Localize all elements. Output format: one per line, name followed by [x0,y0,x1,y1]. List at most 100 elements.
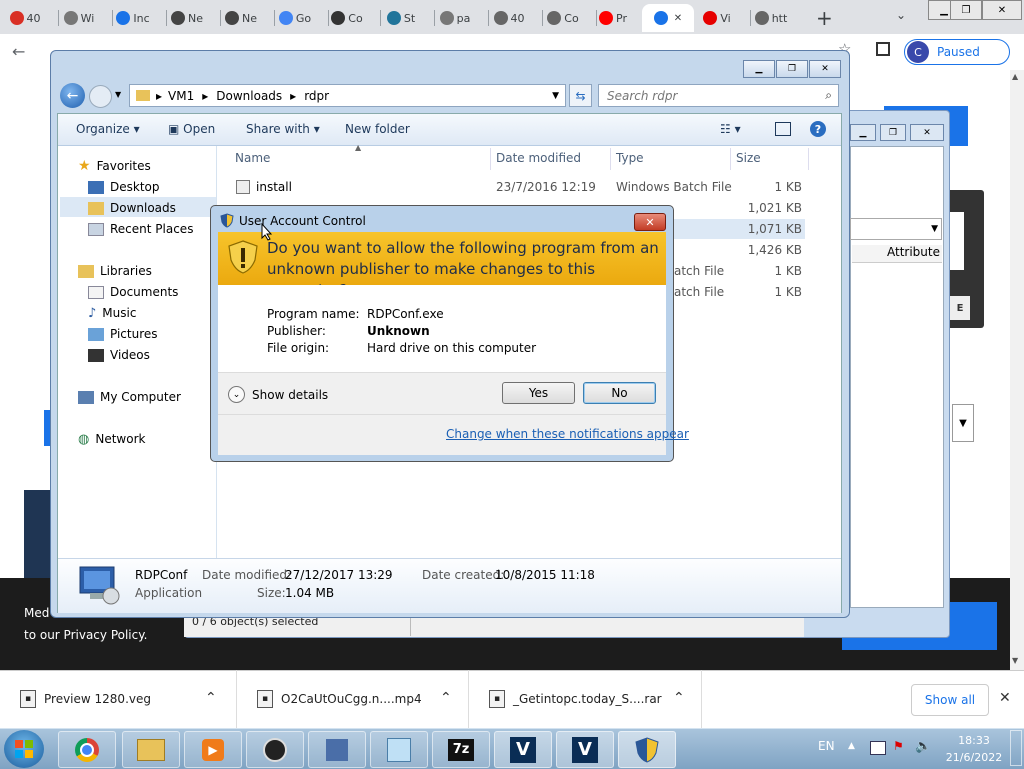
page-scrollbar[interactable] [1010,70,1024,670]
history-dropdown-icon[interactable]: ▼ [115,90,121,99]
column-type[interactable]: Type [616,151,644,165]
show-details-button[interactable]: Show details [252,388,328,402]
clock-date[interactable]: 21/6/2022 [945,751,1003,764]
action-center-icon[interactable]: ⚑ [893,739,904,753]
download-item[interactable]: ▪ O2CaUtOuCgg.n....mp4 [237,670,469,728]
share-with-button[interactable]: Share with ▾ [246,122,320,136]
nav-favorites[interactable]: ★ Favorites [78,156,151,176]
nav-network[interactable]: ◍ Network [78,429,145,449]
taskbar-vegas-1[interactable]: V [494,731,552,768]
taskbar-media-player[interactable]: ▶ [184,731,242,768]
organize-button[interactable]: Organize ▾ [76,122,140,136]
browser-tab[interactable]: 40 [8,4,42,32]
scroll-up-icon[interactable]: ▲ [1012,72,1018,81]
nav-libraries[interactable]: Libraries [78,261,152,281]
open-button[interactable]: ▣ Open [168,122,215,136]
column-date-modified[interactable]: Date modified [496,151,581,165]
volume-icon[interactable]: 🔈 [915,739,931,754]
nav-music[interactable]: ♪ Music [88,303,136,323]
browser-tab[interactable]: ✕ [642,4,694,32]
page-dropdown-icon[interactable]: ▼ [952,404,974,442]
breadcrumb-rdpr[interactable]: rdpr [304,89,329,103]
nav-downloads[interactable]: Downloads [88,198,176,218]
browser-tab[interactable]: Vi [700,4,734,32]
show-desktop-button[interactable] [1010,730,1022,766]
column-name[interactable]: Name [235,151,270,165]
browser-tab[interactable]: pa [438,4,472,32]
browser-tab[interactable]: 40 [492,4,526,32]
new-folder-button[interactable]: New folder [345,122,410,136]
tray-overflow-icon[interactable]: ▲ [848,741,855,751]
change-notifications-link[interactable]: Change when these notifications appear [446,427,689,441]
taskbar-notepad[interactable] [370,731,428,768]
download-item[interactable]: ▪ _Getintopc.today_S....rar [469,670,702,728]
new-tab-button[interactable]: + [816,6,833,30]
yes-button[interactable]: Yes [502,382,575,404]
help-icon[interactable]: ? [810,121,826,137]
column-size[interactable]: Size [736,151,761,165]
input-language[interactable]: EN [818,739,835,753]
breadcrumb-vm1[interactable]: VM1 [168,89,194,103]
nav-desktop[interactable]: Desktop [88,177,160,197]
browser-tab[interactable]: Pr [596,4,630,32]
network-tray-icon[interactable] [870,741,886,755]
download-options-chevron-icon[interactable]: ⌃ [440,690,452,706]
tab-search-icon[interactable]: ⌄ [896,8,906,22]
browser-tab[interactable]: Go [278,4,312,32]
browser-tab[interactable]: Co [330,4,364,32]
download-options-chevron-icon[interactable]: ⌃ [205,690,217,706]
view-options-icon[interactable]: ☷ ▾ [720,122,741,136]
explorer-close-icon[interactable]: ✕ [809,60,841,78]
tab-close-icon[interactable]: ✕ [674,13,682,24]
taskbar-vegas-2[interactable]: V [556,731,614,768]
no-button[interactable]: No [583,382,656,404]
uac-close-icon[interactable]: ✕ [634,213,666,231]
back-arrow-icon[interactable]: ← [12,42,25,61]
clock-time[interactable]: 18:33 [951,734,997,747]
nav-videos[interactable]: Videos [88,345,150,365]
forward-button[interactable] [89,85,112,108]
nav-recent-places[interactable]: Recent Places [88,219,193,239]
explorer-minimize-icon[interactable]: ▁ [743,60,775,78]
download-options-chevron-icon[interactable]: ⌃ [673,690,685,706]
taskbar-uac[interactable] [618,731,676,768]
restore-icon[interactable]: ❐ [950,0,982,20]
taskbar-editor[interactable] [308,731,366,768]
browser-tab[interactable]: Wi [62,4,96,32]
browser-tab[interactable]: Co [546,4,580,32]
profile-paused-button[interactable]: C Paused [904,39,1010,65]
browser-tab[interactable]: htt [754,4,788,32]
close-downloads-bar-icon[interactable]: ✕ [999,690,1011,706]
close-window-icon[interactable]: ✕ [982,0,1022,20]
bg-dropdown[interactable]: ▼ [850,218,942,240]
download-item[interactable]: ▪ Preview 1280.veg [0,670,237,728]
side-panel-icon[interactable] [876,42,890,56]
preview-pane-icon[interactable] [775,122,791,136]
browser-tab[interactable]: Inc [116,4,150,32]
search-box[interactable]: Search rdpr ⌕ [598,84,839,107]
refresh-icon[interactable]: ⇆ [569,84,592,107]
explorer-maximize-icon[interactable]: ❐ [776,60,808,78]
show-details-chevron-icon[interactable]: ⌄ [228,386,245,403]
bg-minimize-icon[interactable]: ▁ [850,124,876,141]
browser-tab[interactable]: St [384,4,418,32]
address-bar[interactable]: ▸ VM1 ▸ Downloads ▸ rdpr ▼ [129,84,566,107]
address-dropdown-icon[interactable]: ▼ [552,91,559,101]
taskbar-chrome[interactable] [58,731,116,768]
start-button[interactable] [4,730,44,768]
breadcrumb-downloads[interactable]: Downloads [216,89,282,103]
bg-maximize-icon[interactable]: ❐ [880,124,906,141]
taskbar-explorer[interactable] [122,731,180,768]
search-icon[interactable]: ⌕ [825,88,832,103]
back-button[interactable]: ← [60,83,85,108]
nav-pictures[interactable]: Pictures [88,324,158,344]
browser-tab[interactable]: Ne [170,4,204,32]
attributes-column-header[interactable]: Attribute [852,245,942,263]
scroll-down-icon[interactable]: ▼ [1012,656,1018,665]
taskbar-obs[interactable] [246,731,304,768]
bg-close-icon[interactable]: ✕ [910,124,944,141]
show-all-downloads-button[interactable]: Show all [911,684,989,716]
nav-documents[interactable]: Documents [88,282,178,302]
browser-tab[interactable]: Ne [224,4,258,32]
nav-my-computer[interactable]: My Computer [78,387,181,407]
